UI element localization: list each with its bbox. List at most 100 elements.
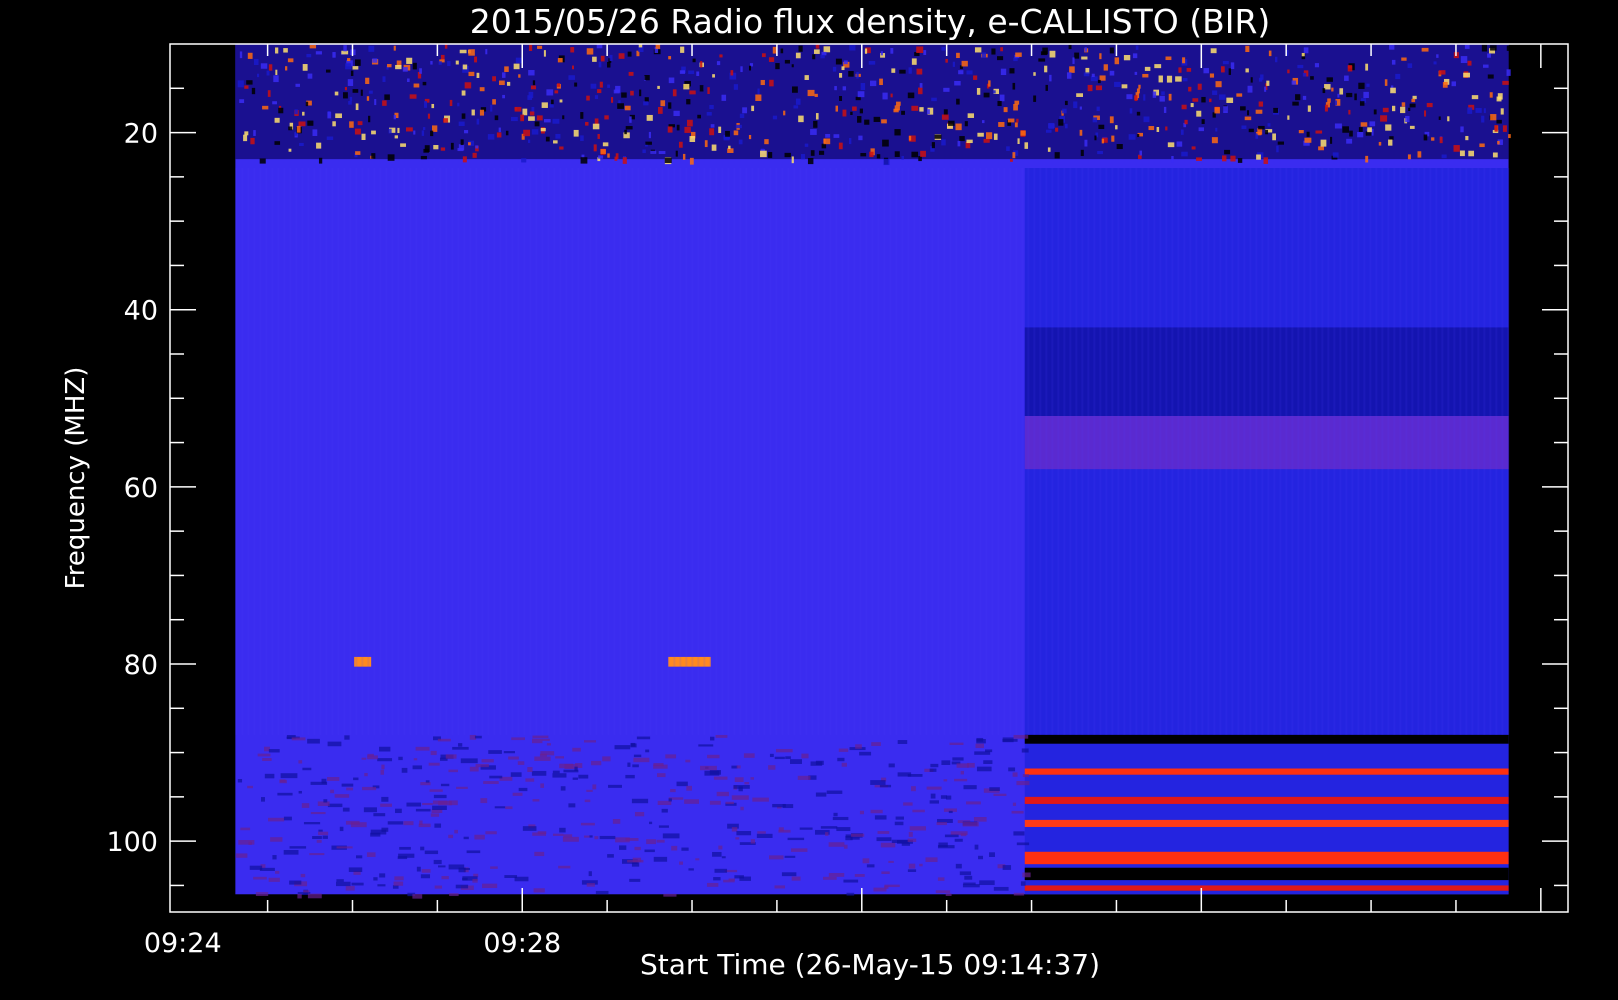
noise-speck: [532, 832, 546, 836]
noise-speck: [983, 92, 990, 98]
noise-speck: [897, 740, 908, 744]
noise-speck: [262, 105, 269, 110]
noise-speck: [631, 862, 640, 867]
noise-speck: [614, 745, 631, 750]
noise-speck: [555, 756, 564, 759]
noise-speck: [1134, 95, 1138, 102]
noise-speck: [1144, 66, 1151, 71]
texture-stripe: [1459, 168, 1462, 735]
noise-speck: [522, 826, 537, 831]
noise-speck: [336, 879, 344, 882]
noise-speck: [1451, 81, 1456, 87]
noise-speck: [514, 106, 522, 112]
texture-stripe: [301, 168, 304, 735]
noise-speck: [1366, 83, 1370, 87]
noise-speck: [1382, 107, 1389, 113]
noise-speck: [479, 87, 485, 92]
noise-speck: [525, 778, 535, 782]
noise-speck: [854, 874, 865, 877]
noise-speck: [1401, 57, 1407, 61]
noise-speck: [769, 753, 774, 758]
noise-speck: [1000, 68, 1007, 76]
noise-speck: [368, 115, 371, 123]
texture-stripe: [589, 168, 592, 735]
noise-speck: [689, 90, 696, 95]
noise-speck: [736, 765, 741, 769]
noise-speck: [815, 113, 819, 120]
noise-speck: [1154, 64, 1162, 69]
noise-speck: [347, 58, 351, 62]
noise-speck: [1330, 136, 1333, 144]
noise-speck: [1074, 52, 1080, 59]
noise-speck: [472, 878, 478, 883]
noise-speck: [554, 90, 559, 94]
noise-speck: [307, 73, 313, 79]
noise-speck: [692, 58, 696, 63]
noise-speck: [1014, 122, 1018, 128]
noise-speck: [988, 80, 991, 87]
noise-speck: [977, 132, 984, 137]
noise-speck: [876, 837, 892, 842]
noise-speck: [543, 118, 551, 123]
noise-speck: [527, 139, 531, 143]
noise-speck: [874, 815, 887, 820]
noise-speck: [1268, 50, 1272, 57]
noise-speck: [1506, 69, 1511, 76]
noise-speck: [967, 113, 975, 118]
noise-speck: [1314, 63, 1320, 68]
noise-speck: [1171, 155, 1174, 163]
texture-stripe: [739, 168, 742, 735]
noise-speck: [463, 836, 469, 840]
noise-speck: [559, 763, 574, 769]
noise-speck: [505, 806, 513, 810]
texture-stripe: [571, 168, 574, 735]
noise-speck: [1360, 122, 1368, 127]
noise-speck: [259, 158, 266, 164]
texture-stripe: [1405, 168, 1408, 735]
heat-line-105: [1024, 885, 1509, 891]
noise-speck: [586, 789, 593, 792]
noise-speck: [237, 80, 244, 88]
noise-speck: [1121, 84, 1128, 89]
y-tick-label: 20: [124, 119, 158, 150]
noise-speck: [335, 113, 342, 119]
spectrogram-chart: 2015/05/26 Radio flux density, e-CALLIST…: [0, 0, 1618, 1000]
texture-stripe: [751, 168, 754, 735]
noise-speck: [457, 102, 460, 107]
noise-speck: [676, 781, 688, 787]
texture-stripe: [1075, 168, 1078, 735]
noise-speck: [793, 105, 799, 109]
noise-speck: [530, 85, 537, 90]
noise-speck: [1148, 126, 1155, 131]
noise-speck: [240, 827, 251, 831]
noise-speck: [608, 784, 622, 788]
texture-stripe: [1117, 168, 1120, 735]
noise-speck: [1367, 127, 1372, 133]
noise-speck: [1481, 115, 1485, 123]
noise-speck: [614, 156, 618, 161]
y-tick-label: 100: [106, 827, 158, 858]
noise-speck: [834, 86, 837, 91]
noise-speck: [430, 130, 434, 137]
noise-speck: [1013, 831, 1025, 836]
noise-speck: [594, 95, 599, 99]
texture-stripe: [787, 168, 790, 735]
noise-speck: [1295, 94, 1301, 101]
noise-speck: [268, 749, 280, 753]
texture-stripe: [415, 168, 418, 735]
texture-stripe: [1333, 168, 1336, 735]
texture-stripe: [1363, 168, 1366, 735]
noise-speck: [430, 61, 433, 65]
noise-speck: [343, 45, 347, 52]
noise-speck: [1490, 45, 1497, 51]
texture-stripe: [1243, 168, 1246, 735]
noise-speck: [713, 776, 728, 780]
noise-speck: [739, 876, 751, 881]
texture-stripe: [961, 168, 964, 735]
noise-speck: [580, 112, 584, 119]
noise-speck: [334, 794, 350, 798]
noise-speck: [941, 139, 946, 146]
noise-speck: [468, 71, 475, 77]
noise-speck: [533, 888, 545, 893]
noise-speck: [299, 142, 304, 147]
